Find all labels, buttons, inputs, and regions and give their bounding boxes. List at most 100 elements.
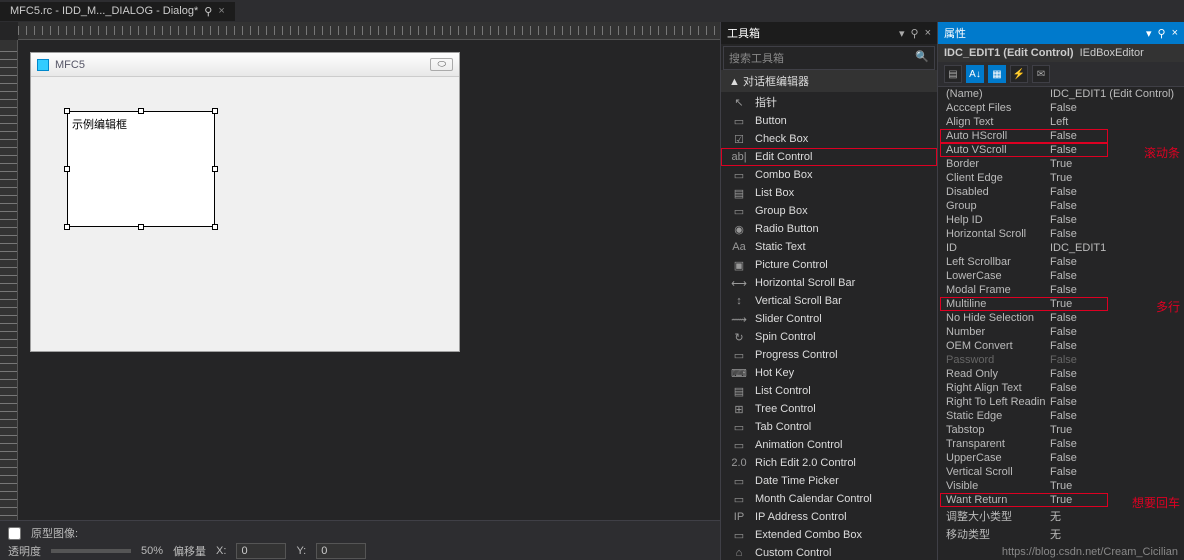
property-row[interactable]: BorderTrue [938, 157, 1184, 171]
toolbox-item[interactable]: ⟷Horizontal Scroll Bar [721, 274, 937, 292]
toolbox-item[interactable]: ⟿Slider Control [721, 310, 937, 328]
resize-handle[interactable] [138, 108, 144, 114]
resize-handle[interactable] [138, 224, 144, 230]
property-value[interactable]: False [1046, 452, 1184, 464]
alphabetical-button[interactable]: A↓ [966, 65, 984, 83]
property-row[interactable]: Align TextLeft [938, 115, 1184, 129]
resize-handle[interactable] [212, 166, 218, 172]
property-value[interactable]: False [1046, 256, 1184, 268]
property-row[interactable]: Right To Left Reading OFalse [938, 395, 1184, 409]
property-row[interactable]: UpperCaseFalse [938, 451, 1184, 465]
property-value[interactable]: False [1046, 186, 1184, 198]
toolbox-item[interactable]: ▣Picture Control [721, 256, 937, 274]
property-row[interactable]: IDIDC_EDIT1 [938, 241, 1184, 255]
resize-handle[interactable] [64, 108, 70, 114]
property-value[interactable]: True [1046, 480, 1184, 492]
prototype-image-checkbox[interactable] [8, 527, 21, 540]
property-row[interactable]: Help IDFalse [938, 213, 1184, 227]
toolbox-item[interactable]: ⌂Custom Control [721, 544, 937, 560]
property-row[interactable]: TransparentFalse [938, 437, 1184, 451]
property-row[interactable]: Read OnlyFalse [938, 367, 1184, 381]
property-row[interactable]: Auto HScrollFalse [938, 129, 1184, 143]
toolbox-item[interactable]: ▭Progress Control [721, 346, 937, 364]
toolbox-item[interactable]: ▭Animation Control [721, 436, 937, 454]
property-value[interactable]: Left [1046, 116, 1184, 128]
property-value[interactable]: False [1046, 284, 1184, 296]
property-value[interactable]: IDC_EDIT1 (Edit Control) [1046, 88, 1184, 100]
property-row[interactable]: DisabledFalse [938, 185, 1184, 199]
toolbox-item[interactable]: AaStatic Text [721, 238, 937, 256]
close-icon[interactable]: × [218, 5, 224, 17]
toolbox-item[interactable]: ▭Button [721, 112, 937, 130]
toolbox-search[interactable]: 搜索工具箱 🔍 [723, 46, 935, 70]
opacity-slider[interactable] [51, 549, 131, 553]
property-row[interactable]: Right Align TextFalse [938, 381, 1184, 395]
close-icon[interactable]: × [925, 27, 931, 40]
property-row[interactable]: Modal FrameFalse [938, 283, 1184, 297]
dialog-preview[interactable]: MFC5 ⬭ 示例编辑框 [30, 52, 460, 352]
toolbox-item[interactable]: ▭Date Time Picker [721, 472, 937, 490]
resize-handle[interactable] [64, 224, 70, 230]
property-value[interactable]: True [1046, 172, 1184, 184]
toolbox-item[interactable]: ◉Radio Button [721, 220, 937, 238]
property-value[interactable]: False [1046, 326, 1184, 338]
property-row[interactable]: Horizontal ScrollFalse [938, 227, 1184, 241]
property-value[interactable]: 无 [1046, 526, 1184, 542]
property-row[interactable]: VisibleTrue [938, 479, 1184, 493]
property-value[interactable]: False [1046, 200, 1184, 212]
property-value[interactable]: False [1046, 410, 1184, 422]
property-value[interactable]: False [1046, 382, 1184, 394]
toolbox-group-header[interactable]: ▲ 对话框编辑器 [721, 70, 937, 92]
property-value[interactable]: False [1046, 102, 1184, 114]
resize-handle[interactable] [212, 224, 218, 230]
property-row[interactable]: GroupFalse [938, 199, 1184, 213]
property-row[interactable]: Left ScrollbarFalse [938, 255, 1184, 269]
dialog-close-button[interactable]: ⬭ [430, 58, 453, 71]
toolbox-item[interactable]: ▭Combo Box [721, 166, 937, 184]
toolbox-item[interactable]: ⊞Tree Control [721, 400, 937, 418]
toolbox-item[interactable]: ▭Group Box [721, 202, 937, 220]
dropdown-icon[interactable]: ▾ [1146, 27, 1152, 40]
toolbox-item[interactable]: ⌨Hot Key [721, 364, 937, 382]
properties-selector[interactable]: IDC_EDIT1 (Edit Control) IEdBoxEditor [938, 44, 1184, 62]
property-value[interactable]: False [1046, 214, 1184, 226]
toolbox-item[interactable]: ab|Edit Control [721, 148, 937, 166]
events-button[interactable]: ⚡ [1010, 65, 1028, 83]
property-row[interactable]: 调整大小类型无 [938, 507, 1184, 525]
property-value[interactable]: False [1046, 130, 1184, 142]
toolbox-item[interactable]: ↕Vertical Scroll Bar [721, 292, 937, 310]
property-row[interactable]: Want ReturnTrue想要回车 [938, 493, 1184, 507]
property-row[interactable]: NumberFalse [938, 325, 1184, 339]
edit-control-selection[interactable]: 示例编辑框 [67, 111, 215, 227]
toolbox-item[interactable]: ↻Spin Control [721, 328, 937, 346]
property-row[interactable]: 移动类型无 [938, 525, 1184, 543]
toolbox-item[interactable]: ↖指针 [721, 92, 937, 112]
property-row[interactable]: Auto VScrollFalse滚动条 [938, 143, 1184, 157]
toolbox-item[interactable]: IPIP Address Control [721, 508, 937, 526]
toolbox-item[interactable]: ▤List Control [721, 382, 937, 400]
property-value[interactable]: 无 [1046, 508, 1184, 524]
property-row[interactable]: OEM ConvertFalse [938, 339, 1184, 353]
canvas[interactable]: MFC5 ⬭ 示例编辑框 [18, 40, 720, 518]
property-value[interactable]: IDC_EDIT1 [1046, 242, 1184, 254]
property-row[interactable]: TabstopTrue [938, 423, 1184, 437]
toolbox-item[interactable]: ☑Check Box [721, 130, 937, 148]
offset-x-input[interactable]: 0 [236, 543, 286, 559]
property-value[interactable]: False [1046, 270, 1184, 282]
toolbox-item[interactable]: ▭Tab Control [721, 418, 937, 436]
property-value[interactable]: True [1046, 158, 1184, 170]
toolbox-item[interactable]: ▤List Box [721, 184, 937, 202]
dropdown-icon[interactable]: ▾ [899, 27, 905, 40]
resize-handle[interactable] [64, 166, 70, 172]
property-row[interactable]: PasswordFalse [938, 353, 1184, 367]
categorized-button[interactable]: ▤ [944, 65, 962, 83]
property-row[interactable]: No Hide SelectionFalse [938, 311, 1184, 325]
pin-icon[interactable]: ⚲ [1158, 27, 1166, 40]
property-value[interactable]: True [1046, 424, 1184, 436]
property-row[interactable]: Acccept FilesFalse [938, 101, 1184, 115]
pin-icon[interactable]: ⚲ [911, 27, 919, 40]
property-row[interactable]: (Name)IDC_EDIT1 (Edit Control) [938, 87, 1184, 101]
toolbox-item[interactable]: ▭Extended Combo Box [721, 526, 937, 544]
property-value[interactable]: False [1046, 340, 1184, 352]
property-row[interactable]: Client EdgeTrue [938, 171, 1184, 185]
